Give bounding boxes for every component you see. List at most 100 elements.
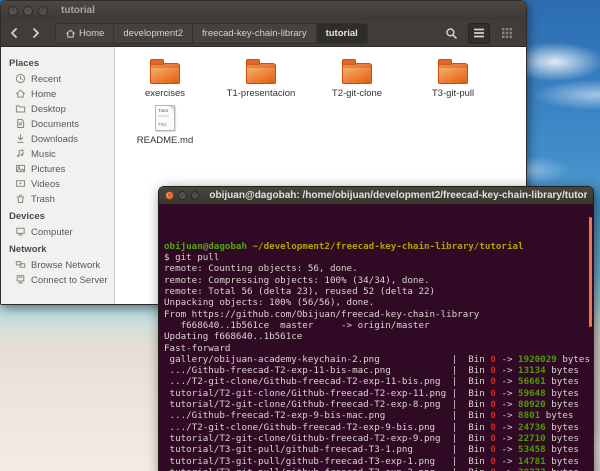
folder-icon [438,63,468,84]
sidebar-item-pictures[interactable]: Pictures [9,162,114,177]
breadcrumb-label: development2 [123,28,183,39]
sidebar-item-trash[interactable]: Trash [9,192,114,207]
back-button[interactable] [9,27,19,39]
terminal-line: From https://github.com/Obijuan/freecad-… [164,309,593,320]
terminal-title: obijuan@dagobah: /home/obijuan/developme… [209,190,587,201]
terminal-line: tutorial/T2-git-clone/Github-freecad-T2-… [164,433,593,444]
trash-icon [15,193,26,207]
terminal-line: tutorial/T3-git-pull/github-freecad-T3-1… [164,444,593,455]
folder-icon [150,63,180,84]
terminal-line: tutorial/T3-git-pull/github-freecad-T3-e… [164,456,593,467]
folder-t1-presentacion[interactable]: T1-presentacion [213,57,309,99]
document-icon: Tutor=====This [155,105,175,131]
folder-icon [342,63,372,84]
recent-icon [15,73,26,87]
terminal-line: gallery/obijuan-academy-keychain-2.png |… [164,354,593,365]
terminal-line: tutorial/T2-git-clone/Github-freecad-T2-… [164,388,593,399]
sidebar-item-label: Videos [31,179,60,190]
folder-icon [246,63,276,84]
terminal-line: tutorial/T3-git-pull/github-freecad-T3-e… [164,467,593,471]
file-manager-toolbar: Home development2 freecad-key-chain-librar… [1,20,526,47]
terminal-line: .../T2-git-clone/Github-freecad-T2-exp-9… [164,422,593,433]
breadcrumb-development2[interactable]: development2 [114,24,193,43]
server-icon [15,274,26,288]
sidebar-item-label: Desktop [31,104,66,115]
folder-exercises[interactable]: exercises [117,57,213,99]
terminal-line: Unpacking objects: 100% (56/56), done. [164,297,593,308]
terminal-line: $ git pull [164,252,593,263]
sidebar-item-label: Browse Network [31,260,100,271]
documents-icon [15,118,26,132]
file-label: README.md [137,135,193,146]
forward-button[interactable] [31,27,41,39]
file-readme.md[interactable]: Tutor=====This README.md [117,105,213,146]
sidebar-item-recent[interactable]: Recent [9,72,114,87]
home-icon [15,88,26,102]
file-label: T2-git-clone [332,88,382,99]
close-icon[interactable]: × [165,191,174,200]
breadcrumb-tutorial[interactable]: tutorial [317,24,367,43]
terminal-line: Updating f668640..1b561ce [164,331,593,342]
sidebar-item-videos[interactable]: Videos [9,177,114,192]
minimize-icon[interactable]: − [178,191,187,200]
sidebar-group-devices: Devices [9,211,114,222]
sidebar: Places Recent Home Desktop Documents Download… [1,47,115,305]
terminal-line: .../T2-git-clone/Github-freecad-T2-exp-1… [164,376,593,387]
terminal-line: .../Github-freecad-T2-exp-11-bis-mac.png… [164,365,593,376]
terminal-line: remote: Total 56 (delta 23), reused 52 (… [164,286,593,297]
pictures-icon [15,163,26,177]
search-icon[interactable] [440,23,462,44]
sidebar-item-music[interactable]: Music [9,147,114,162]
downloads-icon [15,133,26,147]
folder-t3-git-pull[interactable]: T3-git-pull [405,57,501,99]
list-view-icon[interactable] [468,23,490,44]
breadcrumb-home[interactable]: Home [56,24,114,43]
breadcrumb-label: Home [79,28,104,39]
window-title: tutorial [61,5,95,16]
minimize-icon[interactable]: − [23,6,33,16]
sidebar-item-desktop[interactable]: Desktop [9,102,114,117]
sidebar-item-label: Computer [31,227,73,238]
videos-icon [15,178,26,192]
terminal-line: remote: Counting objects: 56, done. [164,263,593,274]
breadcrumb-freecad-key-chain-library[interactable]: freecad-key-chain-library [193,24,317,43]
terminal-line: .../Github-freecad-T2-exp-9-bis-mac.png … [164,410,593,421]
sidebar-item-label: Music [31,149,56,160]
terminal-line: obijuan@dagobah ~/development2/freecad-k… [164,241,593,252]
terminal-window: × − ◻ obijuan@dagobah: /home/obijuan/dev… [158,186,594,471]
terminal-titlebar[interactable]: × − ◻ obijuan@dagobah: /home/obijuan/dev… [159,187,593,204]
close-icon[interactable]: × [8,6,18,16]
sidebar-item-computer[interactable]: Computer [9,225,114,240]
grid-view-icon[interactable] [496,23,518,44]
sidebar-item-downloads[interactable]: Downloads [9,132,114,147]
sidebar-item-label: Connect to Server [31,275,108,286]
maximize-icon[interactable]: ◻ [191,191,200,200]
computer-icon [15,226,26,240]
file-label: exercises [145,88,185,99]
folder-t2-git-clone[interactable]: T2-git-clone [309,57,405,99]
scrollbar[interactable] [589,217,592,327]
terminal-line: Fast-forward [164,343,593,354]
breadcrumb-label: tutorial [326,28,358,39]
breadcrumb: Home development2 freecad-key-chain-librar… [55,23,368,44]
sidebar-item-documents[interactable]: Documents [9,117,114,132]
sidebar-item-label: Trash [31,194,55,205]
desktop-icon [15,103,26,117]
sidebar-item-home[interactable]: Home [9,87,114,102]
terminal-line: tutorial/T2-git-clone/Github-freecad-T2-… [164,399,593,410]
breadcrumb-label: freecad-key-chain-library [202,28,307,39]
music-icon [15,148,26,162]
terminal-line: remote: Compressing objects: 100% (34/34… [164,275,593,286]
desktop-background: × − ◻ tutorial Home development2 freecad-k… [0,0,600,471]
sidebar-item-label: Home [31,89,56,100]
sidebar-item-label: Recent [31,74,61,85]
file-label: T3-git-pull [432,88,474,99]
terminal-output[interactable]: obijuan@dagobah ~/development2/freecad-k… [159,204,593,471]
sidebar-item-browse-network[interactable]: Browse Network [9,258,114,273]
sidebar-item-label: Downloads [31,134,78,145]
terminal-line: f668640..1b561ce master -> origin/master [164,320,593,331]
file-manager-titlebar[interactable]: × − ◻ tutorial [1,1,526,20]
sidebar-group-places: Places [9,58,114,69]
maximize-icon[interactable]: ◻ [38,6,48,16]
sidebar-item-connect-to-server[interactable]: Connect to Server [9,273,114,288]
